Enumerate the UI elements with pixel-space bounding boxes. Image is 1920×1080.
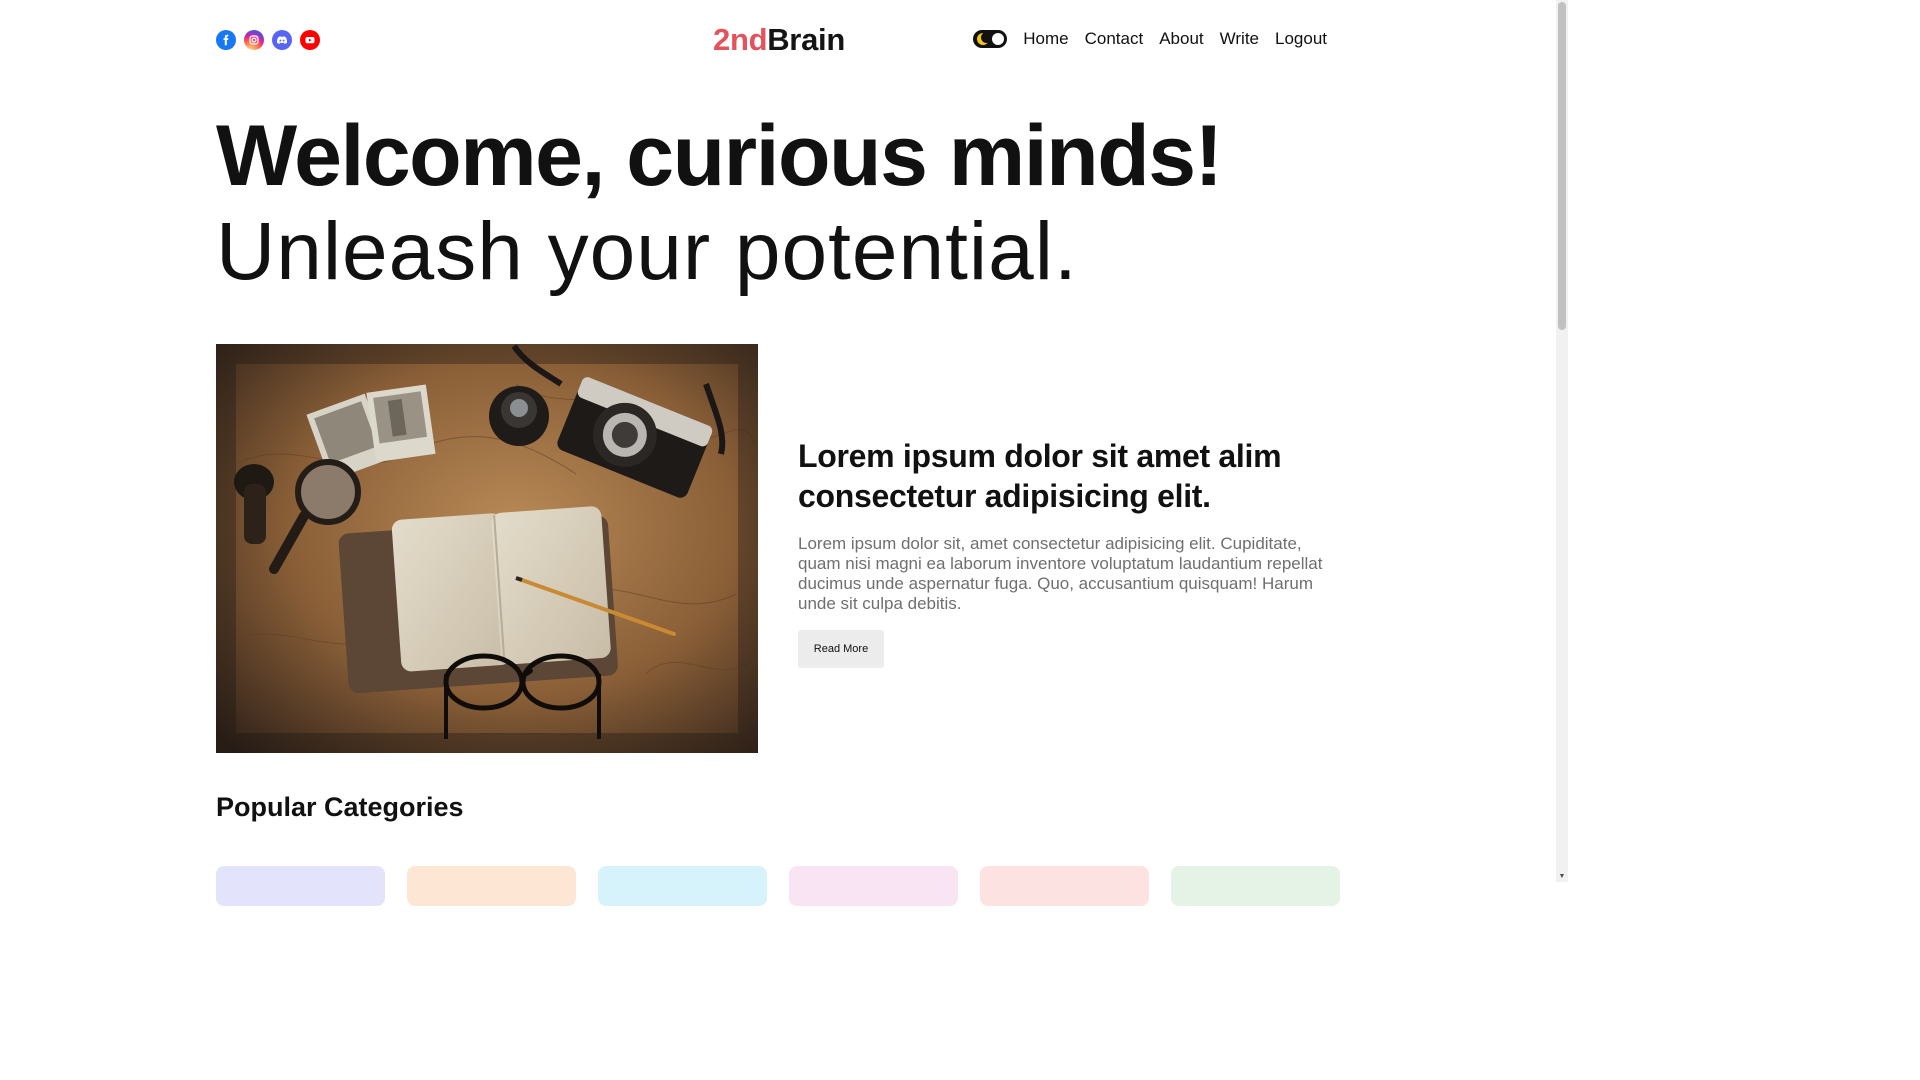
page-scrollbar[interactable]: ▼ bbox=[1556, 0, 1568, 882]
scroll-down-icon[interactable]: ▼ bbox=[1558, 873, 1566, 881]
read-more-button[interactable]: Read More bbox=[798, 630, 884, 668]
facebook-icon[interactable] bbox=[216, 30, 236, 50]
navbar: 2ndBrain Home Contact About Write Logout bbox=[216, 20, 1327, 62]
instagram-icon[interactable] bbox=[244, 30, 264, 50]
scrollbar-thumb[interactable] bbox=[1558, 2, 1566, 330]
logo-text: Brain bbox=[767, 22, 845, 57]
site-logo[interactable]: 2ndBrain bbox=[713, 22, 845, 58]
discord-icon[interactable] bbox=[272, 30, 292, 50]
hero-title: Welcome, curious minds! bbox=[216, 108, 1223, 204]
nav-link-contact[interactable]: Contact bbox=[1085, 29, 1144, 49]
social-links bbox=[216, 30, 320, 50]
featured-post: Lorem ipsum dolor sit amet alim consecte… bbox=[798, 436, 1338, 668]
category-list bbox=[216, 866, 1340, 906]
featured-post-description: Lorem ipsum dolor sit, amet consectetur … bbox=[798, 534, 1323, 613]
nav-link-write[interactable]: Write bbox=[1220, 29, 1259, 49]
category-card[interactable] bbox=[789, 866, 958, 906]
featured-post-image[interactable] bbox=[216, 344, 758, 753]
logo-accent: 2nd bbox=[713, 22, 768, 57]
nav-link-about[interactable]: About bbox=[1159, 29, 1203, 49]
category-card[interactable] bbox=[980, 866, 1149, 906]
featured-post-title[interactable]: Lorem ipsum dolor sit amet alim consecte… bbox=[798, 436, 1338, 516]
category-card[interactable] bbox=[1171, 866, 1340, 906]
nav-link-home[interactable]: Home bbox=[1023, 29, 1068, 49]
hero-subtitle: Unleash your potential. bbox=[216, 206, 1078, 297]
moon-icon bbox=[977, 32, 993, 45]
youtube-icon[interactable] bbox=[300, 30, 320, 50]
nav-link-logout[interactable]: Logout bbox=[1275, 29, 1327, 49]
theme-toggle[interactable] bbox=[973, 30, 1008, 48]
popular-categories-title: Popular Categories bbox=[216, 792, 464, 822]
toggle-knob bbox=[992, 33, 1005, 45]
main-nav: Home Contact About Write Logout bbox=[973, 29, 1327, 49]
category-card[interactable] bbox=[598, 866, 767, 906]
category-card[interactable] bbox=[407, 866, 576, 906]
category-card[interactable] bbox=[216, 866, 385, 906]
